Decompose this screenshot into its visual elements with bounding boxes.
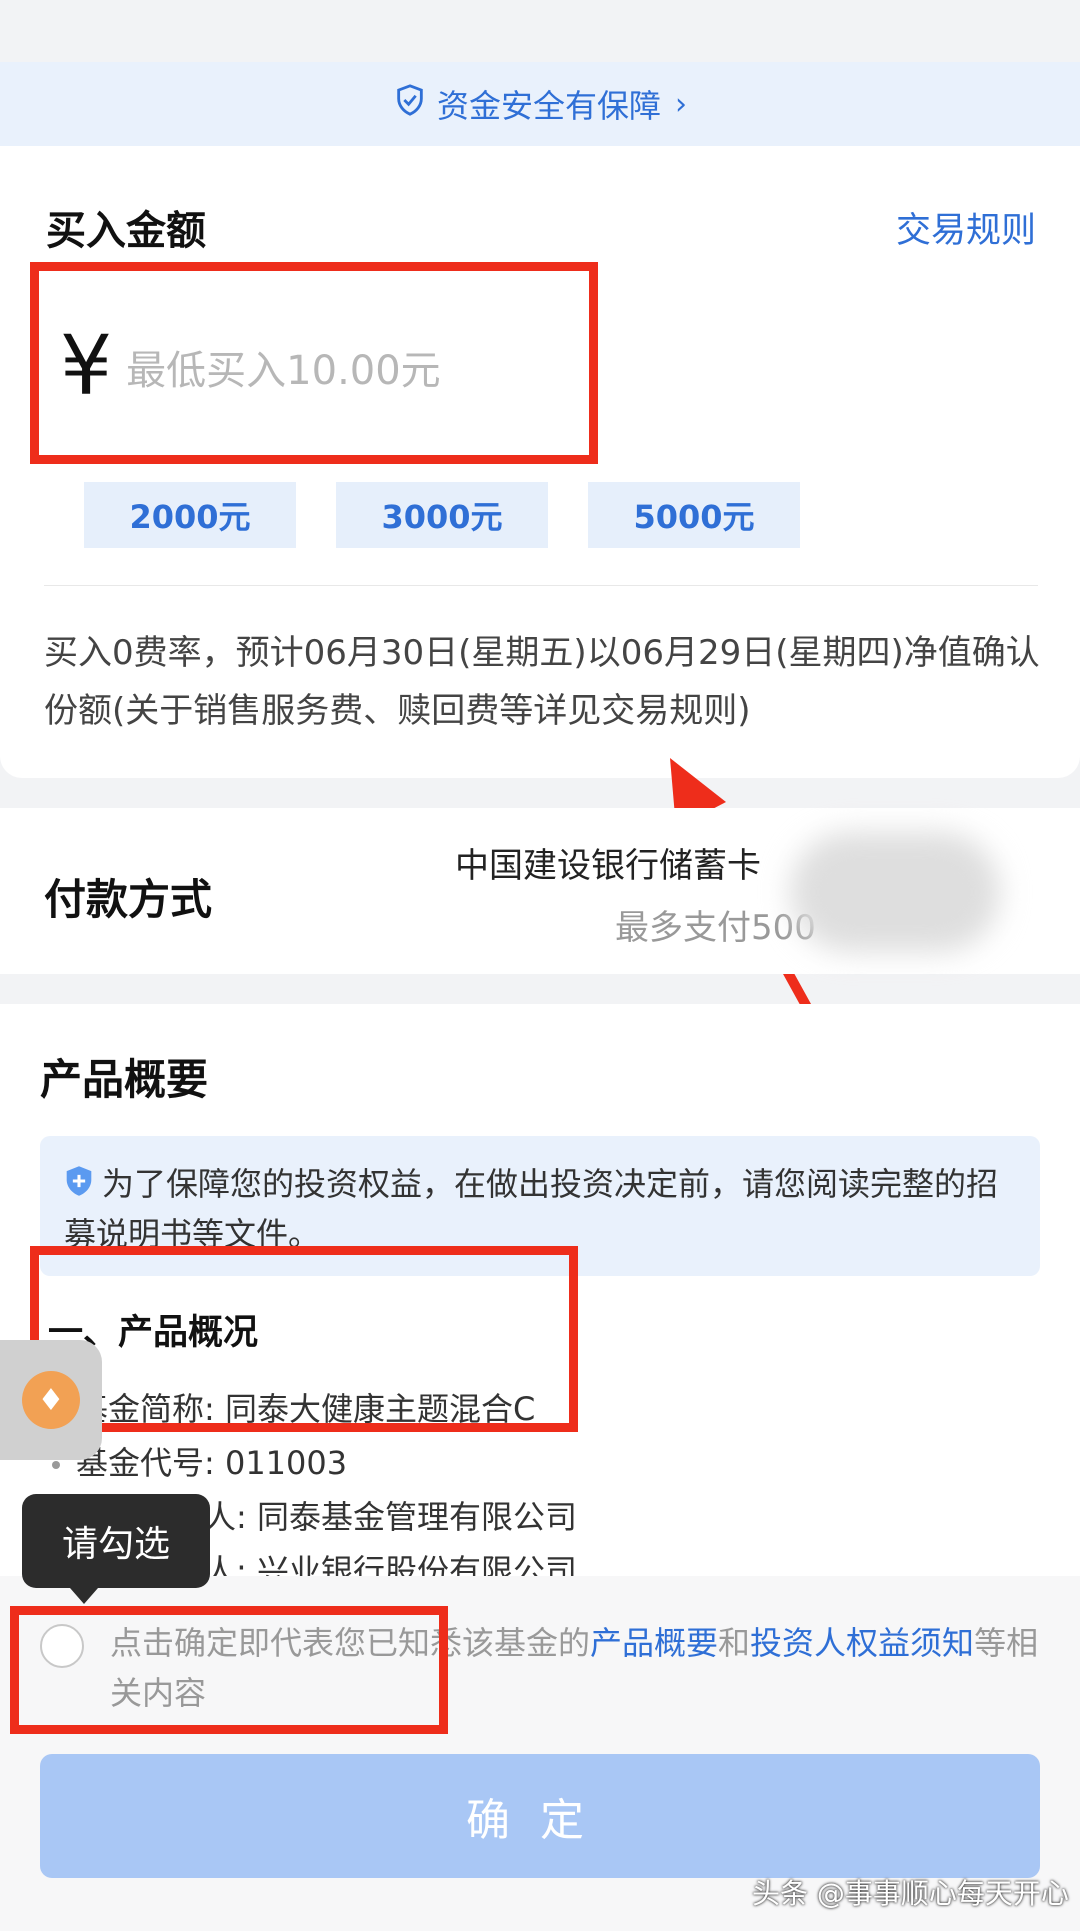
fee-note: 买入0费率，预计06月30日(星期五)以06月29日(星期四)净值确认份额(关于… bbox=[44, 633, 1040, 731]
check-tooltip: 请勾选 bbox=[22, 1494, 210, 1604]
investor-rights-link[interactable]: 投资人权益须知 bbox=[750, 1624, 974, 1662]
annotation-box-product bbox=[30, 1246, 578, 1432]
floating-assistant-button[interactable]: ♦ bbox=[0, 1340, 102, 1460]
buy-amount-title: 买入金额 bbox=[46, 208, 206, 254]
investment-notice: 为了保障您的投资权益，在做出投资决定前，请您阅读完整的招募说明书等文件。 bbox=[64, 1160, 1024, 1258]
trade-rules-link[interactable]: 交易规则 bbox=[896, 202, 1036, 253]
shield-plus-icon bbox=[64, 1162, 94, 1210]
confirm-button[interactable]: 确定 bbox=[40, 1754, 1040, 1878]
fund-code: 基金代号: 011003 bbox=[76, 1444, 348, 1482]
assistant-icon: ♦ bbox=[22, 1371, 80, 1429]
product-summary-title: 产品概要 bbox=[40, 1055, 209, 1104]
divider bbox=[44, 585, 1038, 586]
product-summary-link[interactable]: 产品概要 bbox=[590, 1624, 718, 1662]
quick-amount-button[interactable]: 5000元 bbox=[588, 482, 800, 548]
investment-notice-text: 为了保障您的投资权益，在做出投资决定前，请您阅读完整的招募说明书等文件。 bbox=[64, 1165, 999, 1253]
shield-check-icon bbox=[393, 83, 437, 125]
security-banner[interactable]: 资金安全有保障 › bbox=[0, 62, 1080, 146]
redacted-blur bbox=[790, 832, 1000, 952]
watermark: 头条 @事事顺心每天开心 bbox=[752, 1877, 1069, 1910]
quick-amount-button[interactable]: 2000元 bbox=[84, 482, 296, 548]
payment-limit: 最多支付500 bbox=[615, 908, 816, 948]
bullet-icon bbox=[52, 1461, 60, 1469]
bank-card-name: 中国建设银行储蓄卡 bbox=[455, 846, 761, 886]
annotation-box-agreement bbox=[10, 1606, 448, 1734]
annotation-box-amount bbox=[30, 262, 598, 464]
payment-method-label: 付款方式 bbox=[44, 875, 213, 924]
quick-amount-button[interactable]: 3000元 bbox=[336, 482, 548, 548]
chevron-right-icon: › bbox=[675, 86, 687, 122]
banner-text: 资金安全有保障 bbox=[436, 87, 661, 125]
